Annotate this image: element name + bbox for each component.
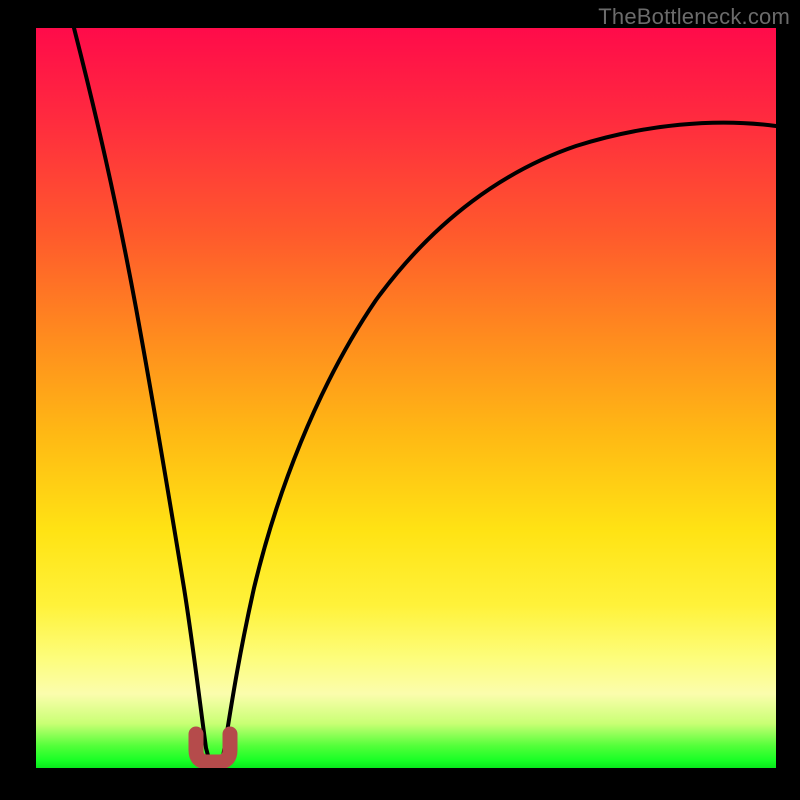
min-bump-icon <box>196 734 230 762</box>
watermark-text: TheBottleneck.com <box>598 4 790 30</box>
left-branch-curve <box>74 28 210 763</box>
right-branch-curve <box>222 123 776 763</box>
curve-layer <box>36 28 776 768</box>
gradient-plot-area <box>36 28 776 768</box>
